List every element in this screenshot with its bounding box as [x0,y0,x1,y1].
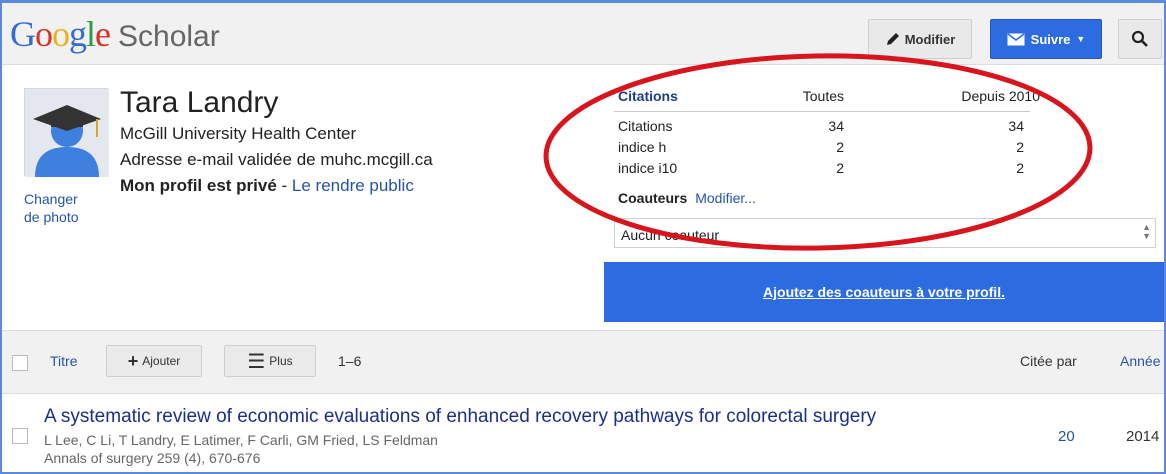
citations-table: Citations Toutes Depuis 2010 Citations 3… [614,88,1040,181]
chevron-down-icon: ▼ [1076,34,1086,44]
envelope-icon [1007,32,1025,45]
search-icon [1131,30,1148,47]
citations-header-since: Depuis 2010 [961,88,1040,104]
citations-header-row: Citations Toutes Depuis 2010 [614,88,1040,112]
metric-all: 34 [828,118,844,134]
coauthors-modify-link[interactable]: Modifier... [695,190,756,206]
plus-icon: + [127,350,139,371]
metric-all: 2 [836,160,844,176]
more-button[interactable]: ☰ Plus [224,345,316,377]
profile-email-verified: Adresse e-mail validée de muhc.mcgill.ca [120,150,433,169]
privacy-separator: - [276,176,292,195]
h-index-row: indice h 2 2 [614,139,1030,160]
coauthors-heading: Coauteurs Modifier... [618,190,756,206]
sort-by-title[interactable]: Titre [50,353,77,369]
coauthors-list[interactable]: Aucun coauteur ▲ ▼ [614,218,1156,248]
metric-label: Citations [618,118,673,134]
metric-all: 2 [836,139,844,155]
article-venue: Annals of surgery 259 (4), 670-676 [44,450,261,466]
result-range: 1–6 [338,353,362,369]
metric-label: indice h [618,139,667,155]
modify-profile-label: Modifier [904,31,956,47]
i10-index-row: indice i10 2 2 [614,160,1030,181]
make-public-link[interactable]: Le rendre public [292,176,414,195]
follow-button[interactable]: Suivre ▼ [990,19,1102,59]
scroll-arrows-icon[interactable]: ▲ ▼ [1142,223,1151,241]
metric-since: 34 [1008,118,1024,134]
metric-label: indice i10 [618,160,678,176]
coauthors-title: Coauteurs [618,190,688,206]
metric-since: 2 [1016,160,1024,176]
header-bar: Google Scholar Modifier Suivre ▼ [2,3,1164,65]
profile-name: Tara Landry [120,86,279,119]
google-scholar-logo[interactable]: Google Scholar [10,13,220,55]
article-cited-by-link[interactable]: 20 [1058,428,1075,445]
avatar-icon [25,89,109,177]
citations-row: Citations 34 34 [614,118,1030,139]
menu-lines-icon: ☰ [247,350,266,373]
citations-header-all: Toutes [802,88,844,104]
logo-scholar-text: Scholar [118,20,220,53]
sort-by-cited[interactable]: Citée par [1020,353,1077,369]
follow-label: Suivre [1030,31,1071,47]
privacy-status: Mon profil est privé [120,176,277,195]
profile-privacy: Mon profil est privé - Le rendre public [120,176,414,196]
select-all-checkbox[interactable] [12,355,28,371]
pencil-icon [886,33,899,45]
citations-header-label[interactable]: Citations [618,88,678,104]
profile-affiliation: McGill University Health Center [120,124,357,143]
modify-profile-button[interactable]: Modifier [868,19,972,59]
profile-photo[interactable] [24,88,109,177]
change-photo-link[interactable]: Changer de photo [24,190,96,226]
metric-since: 2 [1016,139,1024,155]
article-year: 2014 [1126,428,1160,445]
sort-by-year[interactable]: Année [1120,353,1160,369]
more-label: Plus [269,354,293,368]
article-title-link[interactable]: A systematic review of economic evaluati… [44,406,876,428]
add-article-label: Ajouter [142,354,181,368]
add-coauthors-banner-link[interactable]: Ajoutez des coauteurs à votre profil. [604,262,1164,322]
search-button[interactable] [1118,19,1162,59]
article-authors: L Lee, C Li, T Landry, E Latimer, F Carl… [44,432,438,448]
article-checkbox[interactable] [12,428,28,444]
coauthors-empty-text: Aucun coauteur [621,227,720,243]
add-article-button[interactable]: + Ajouter [106,345,202,377]
articles-toolbar: Titre + Ajouter ☰ Plus 1–6 Citée par Ann… [2,330,1164,394]
